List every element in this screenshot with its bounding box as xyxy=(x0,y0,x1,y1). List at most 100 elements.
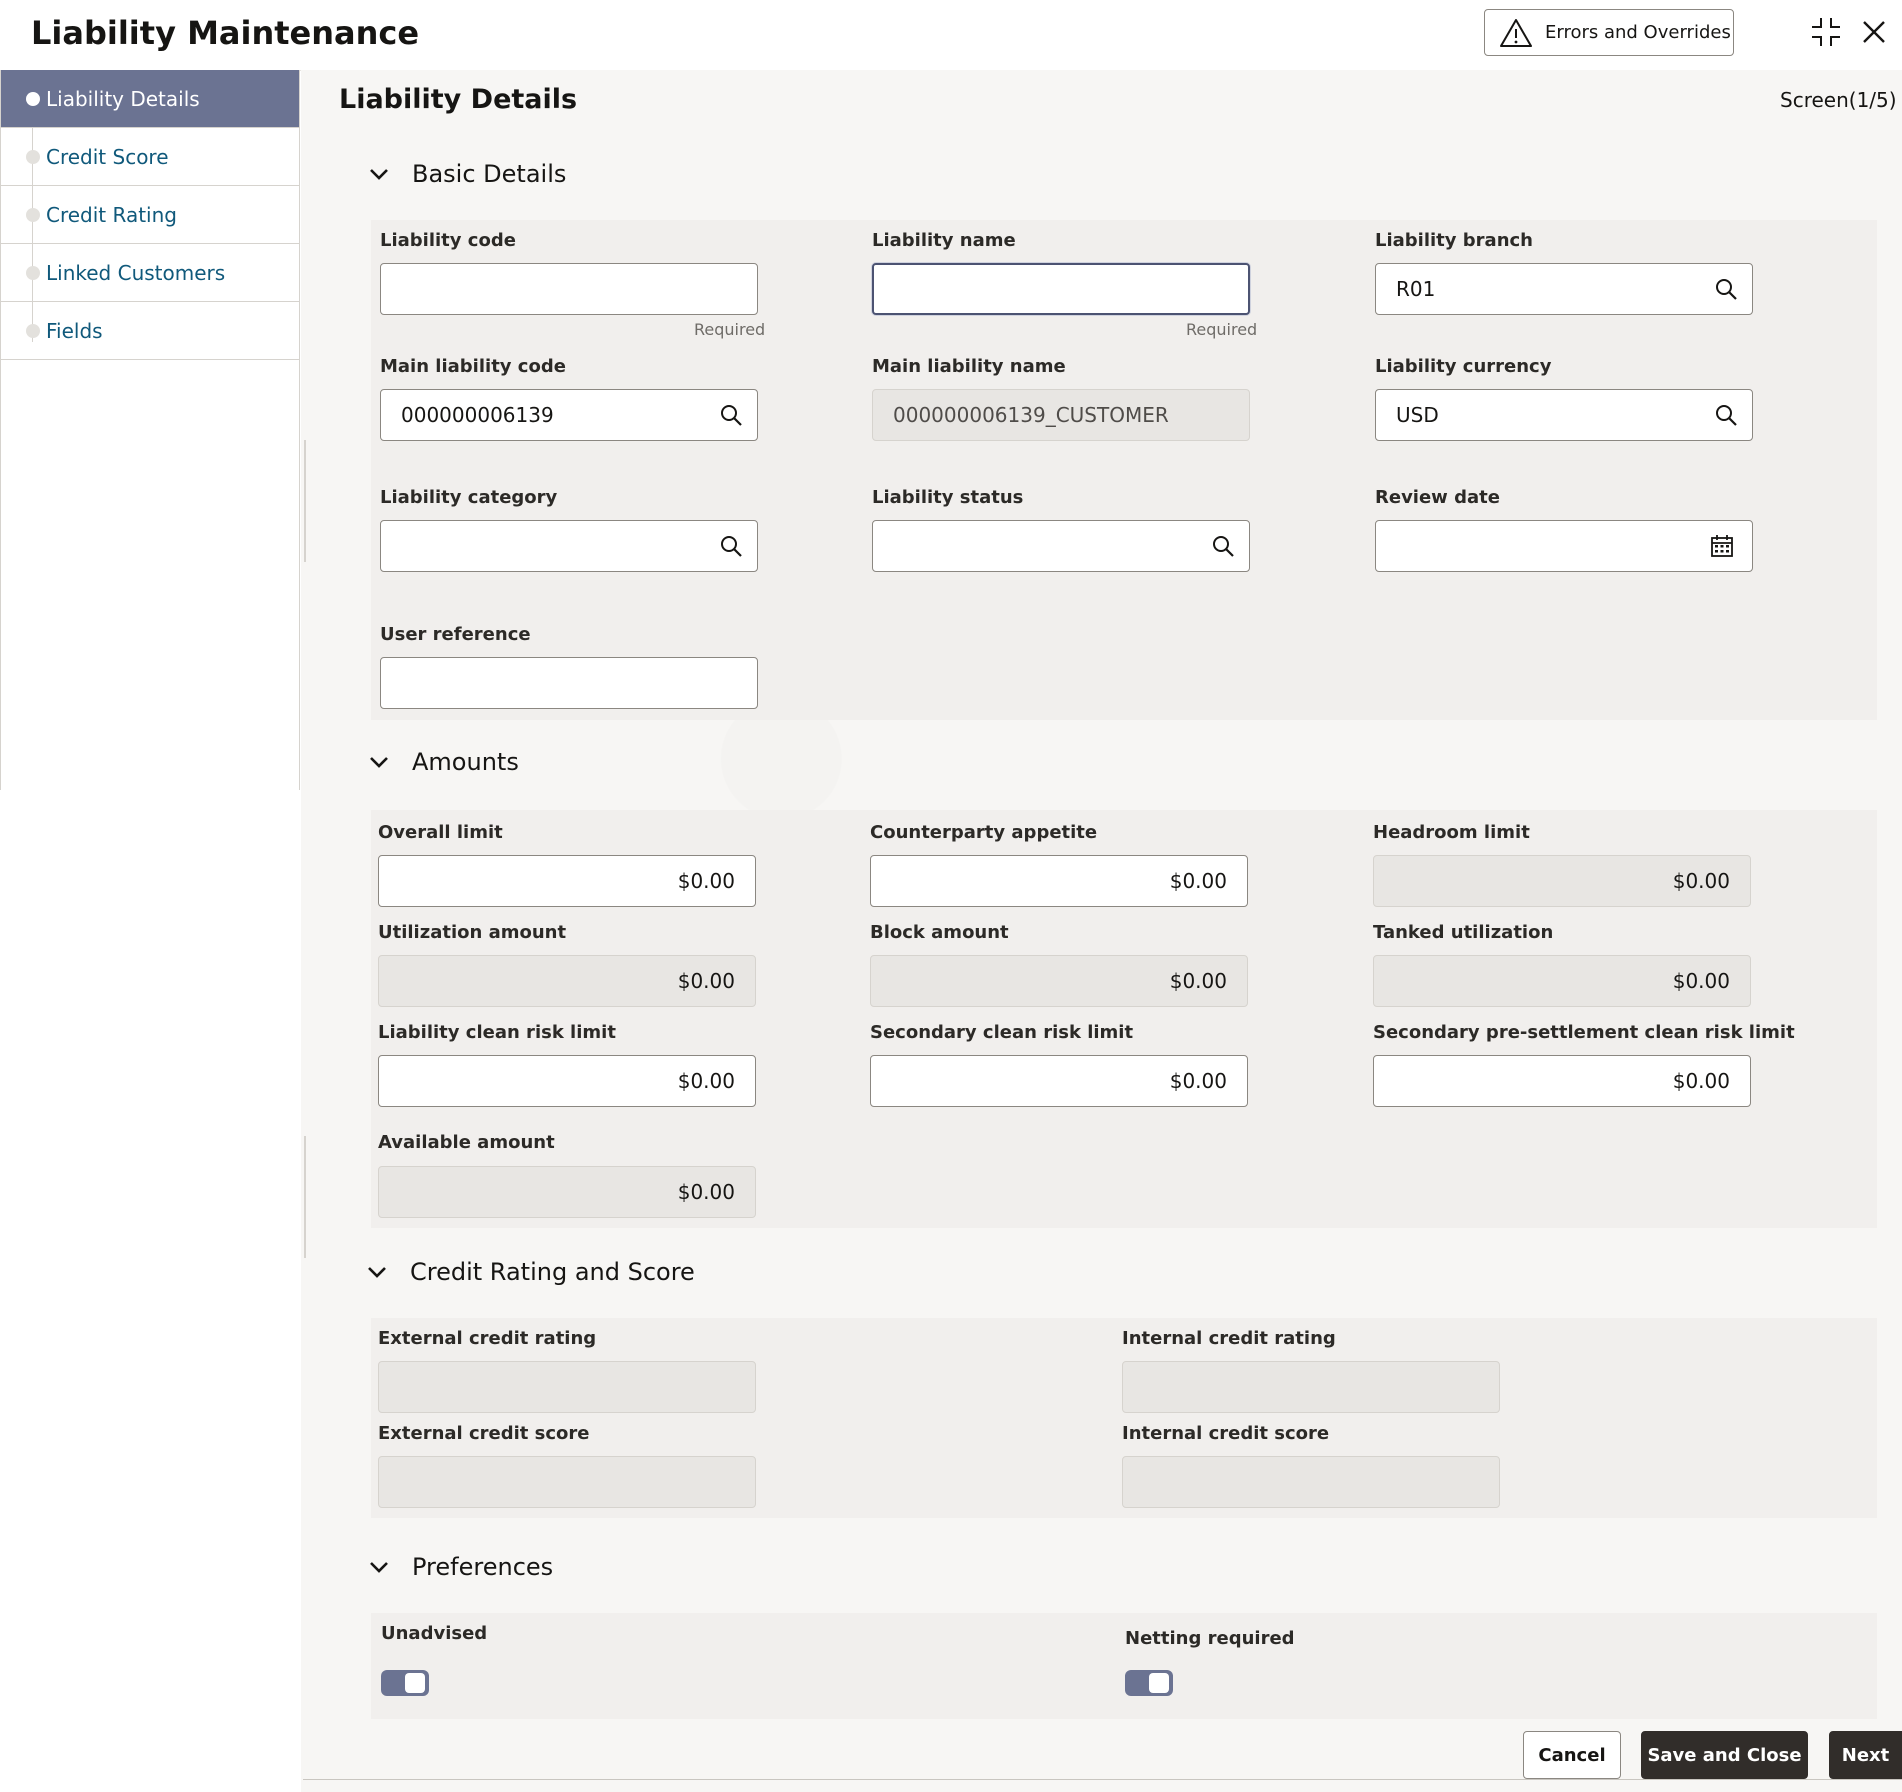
liability-clean-risk-limit-label: Liability clean risk limit xyxy=(378,1022,616,1043)
app-title: Liability Maintenance xyxy=(31,14,420,52)
external-credit-score-field xyxy=(378,1456,756,1508)
netting-required-toggle[interactable] xyxy=(1125,1670,1173,1696)
calendar-icon[interactable] xyxy=(1710,534,1734,558)
netting-required-label: Netting required xyxy=(1125,1628,1295,1649)
tanked-utilization-label: Tanked utilization xyxy=(1373,922,1554,943)
save-and-close-button[interactable]: Save and Close xyxy=(1641,1731,1808,1779)
liability-name-label: Liability name xyxy=(872,230,1016,251)
utilization-amount-label: Utilization amount xyxy=(378,922,567,943)
external-credit-rating-label: External credit rating xyxy=(378,1328,597,1349)
sidebar-item-label: Liability Details xyxy=(46,86,200,111)
sidebar-item-linked-customers[interactable]: Linked Customers xyxy=(1,244,299,302)
sidebar-item-credit-rating[interactable]: Credit Rating xyxy=(1,186,299,244)
footer-divider xyxy=(303,1779,1902,1780)
liability-clean-risk-limit-input[interactable]: $0.00 xyxy=(378,1055,756,1107)
step-indicator xyxy=(26,92,40,106)
compress-icon[interactable] xyxy=(1808,14,1844,50)
chevron-down-icon xyxy=(368,1267,386,1278)
required-hint: Required xyxy=(694,320,766,339)
block-amount-field: $0.00 xyxy=(870,955,1248,1007)
counterparty-appetite-label: Counterparty appetite xyxy=(870,822,1098,843)
section-title: Credit Rating and Score xyxy=(410,1258,695,1286)
overall-limit-label: Overall limit xyxy=(378,822,503,843)
sidebar-nav: Liability Details Credit Score Credit Ra… xyxy=(0,70,300,790)
liability-currency-label: Liability currency xyxy=(1375,356,1552,377)
screen-indicator: Screen(1/5) xyxy=(1780,88,1897,112)
liability-category-input[interactable] xyxy=(380,520,758,572)
errors-overrides-label: Errors and Overrides xyxy=(1545,22,1731,43)
step-indicator xyxy=(26,150,40,164)
section-header-amounts[interactable]: Amounts xyxy=(368,748,519,776)
sidebar-item-label: Credit Rating xyxy=(46,202,177,227)
close-icon[interactable] xyxy=(1856,14,1892,50)
liability-code-label: Liability code xyxy=(380,230,516,251)
step-indicator xyxy=(26,266,40,280)
liability-branch-label: Liability branch xyxy=(1375,230,1533,251)
secondary-clean-risk-limit-label: Secondary clean risk limit xyxy=(870,1022,1134,1043)
secondary-presettlement-limit-input[interactable]: $0.00 xyxy=(1373,1055,1751,1107)
secondary-presettlement-limit-label: Secondary pre-settlement clean risk limi… xyxy=(1373,1022,1795,1043)
liability-name-input[interactable] xyxy=(872,263,1250,315)
review-date-input[interactable] xyxy=(1375,520,1753,572)
overall-limit-input[interactable]: $0.00 xyxy=(378,855,756,907)
headroom-limit-field: $0.00 xyxy=(1373,855,1751,907)
counterparty-appetite-input[interactable]: $0.00 xyxy=(870,855,1248,907)
internal-credit-score-field xyxy=(1122,1456,1500,1508)
chevron-down-icon xyxy=(370,757,388,768)
unadvised-toggle[interactable] xyxy=(381,1670,429,1696)
user-reference-input[interactable] xyxy=(380,657,758,709)
toggle-knob xyxy=(405,1673,425,1693)
liability-category-label: Liability category xyxy=(380,487,558,508)
liability-currency-value: USD xyxy=(1396,403,1439,427)
main-liability-code-value: 000000006139 xyxy=(401,403,554,427)
sidebar-item-fields[interactable]: Fields xyxy=(1,302,299,360)
scroll-indicator[interactable] xyxy=(304,440,316,562)
external-credit-rating-field xyxy=(378,1361,756,1413)
external-credit-score-label: External credit score xyxy=(378,1423,590,1444)
search-icon[interactable] xyxy=(719,534,743,558)
liability-branch-value: R01 xyxy=(1396,277,1436,301)
internal-credit-rating-field xyxy=(1122,1361,1500,1413)
preferences-panel xyxy=(371,1613,1877,1719)
search-icon[interactable] xyxy=(719,403,743,427)
liability-branch-input[interactable]: R01 xyxy=(1375,263,1753,315)
cancel-button[interactable]: Cancel xyxy=(1523,1731,1621,1779)
liability-currency-input[interactable]: USD xyxy=(1375,389,1753,441)
step-indicator xyxy=(26,324,40,338)
scroll-indicator[interactable] xyxy=(304,1136,316,1258)
available-amount-label: Available amount xyxy=(378,1132,555,1153)
utilization-amount-field: $0.00 xyxy=(378,955,756,1007)
sidebar-item-label: Credit Score xyxy=(46,144,169,169)
search-icon[interactable] xyxy=(1714,403,1738,427)
errors-overrides-button[interactable]: Errors and Overrides xyxy=(1484,9,1734,56)
section-header-credit-rating-score[interactable]: Credit Rating and Score xyxy=(366,1258,695,1286)
sidebar-item-credit-score[interactable]: Credit Score xyxy=(1,128,299,186)
app-header: Liability Maintenance Errors and Overrid… xyxy=(0,0,1902,71)
main-liability-code-input[interactable]: 000000006139 xyxy=(380,389,758,441)
headroom-limit-label: Headroom limit xyxy=(1373,822,1530,843)
chevron-down-icon xyxy=(370,169,388,180)
search-icon[interactable] xyxy=(1211,534,1235,558)
main-liability-name-label: Main liability name xyxy=(872,356,1066,377)
next-button[interactable]: Next xyxy=(1829,1731,1902,1779)
page-title: Liability Details xyxy=(339,84,578,115)
sidebar-item-label: Fields xyxy=(46,318,103,343)
sidebar-item-label: Linked Customers xyxy=(46,260,226,285)
internal-credit-rating-label: Internal credit rating xyxy=(1122,1328,1336,1349)
block-amount-label: Block amount xyxy=(870,922,1009,943)
secondary-clean-risk-limit-input[interactable]: $0.00 xyxy=(870,1055,1248,1107)
search-icon[interactable] xyxy=(1714,277,1738,301)
user-reference-label: User reference xyxy=(380,624,531,645)
liability-code-input[interactable] xyxy=(380,263,758,315)
section-header-preferences[interactable]: Preferences xyxy=(368,1553,553,1581)
tanked-utilization-field: $0.00 xyxy=(1373,955,1751,1007)
chevron-down-icon xyxy=(370,1562,388,1573)
toggle-knob xyxy=(1149,1673,1169,1693)
section-title: Preferences xyxy=(412,1553,554,1581)
section-header-basic-details[interactable]: Basic Details xyxy=(368,160,566,188)
warning-icon xyxy=(1500,18,1532,47)
sidebar-item-liability-details[interactable]: Liability Details xyxy=(1,70,299,128)
internal-credit-score-label: Internal credit score xyxy=(1122,1423,1330,1444)
liability-status-input[interactable] xyxy=(872,520,1250,572)
section-title: Amounts xyxy=(412,748,519,776)
